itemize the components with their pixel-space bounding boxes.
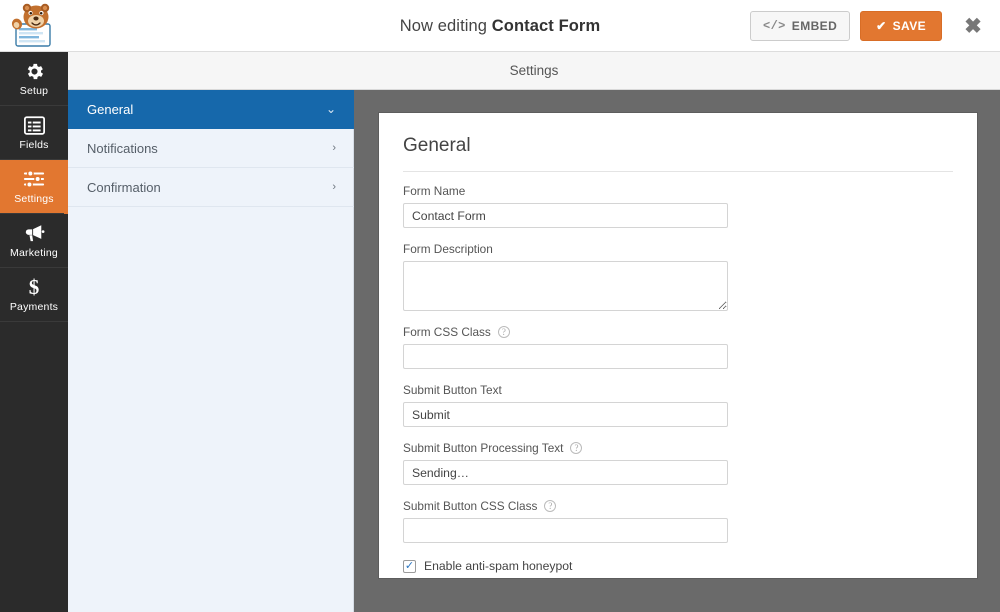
field-label: Submit Button Processing Text ?	[403, 441, 953, 455]
panel-item-notifications[interactable]: Notifications ›	[68, 129, 354, 168]
field-label: Form Name	[403, 184, 953, 198]
sidebar-item-label: Fields	[19, 139, 49, 151]
megaphone-icon	[23, 222, 45, 244]
help-circle-icon[interactable]: ?	[497, 326, 510, 338]
sidebar-item-label: Payments	[9, 301, 59, 313]
submit-button-text-input[interactable]	[403, 402, 728, 427]
section-title: General	[403, 135, 953, 172]
sidebar-item-label: Setup	[19, 85, 49, 97]
sidebar-item-marketing[interactable]: Marketing	[0, 214, 68, 268]
field-label: Form CSS Class ?	[403, 325, 953, 339]
current-form-name: Contact Form	[491, 17, 601, 35]
field-label: Form Description	[403, 242, 953, 256]
top-header-bar: Now editing Contact Form </> EMBED ✔ SAV…	[0, 0, 1000, 52]
field-submit-button-css-class: Submit Button CSS Class ?	[403, 499, 953, 543]
form-fields-icon	[23, 114, 45, 136]
honeypot-label: Enable anti-spam honeypot	[424, 559, 573, 573]
submit-button-css-class-input[interactable]	[403, 518, 728, 543]
sidebar-item-settings[interactable]: Settings	[0, 160, 68, 214]
form-name-input[interactable]	[403, 203, 728, 228]
panel-item-general[interactable]: General ⌄	[68, 90, 354, 129]
form-name-label: Form Name	[403, 184, 466, 198]
sidebar-item-fields[interactable]: Fields	[0, 106, 68, 160]
field-submit-button-text: Submit Button Text	[403, 383, 953, 427]
help-circle-icon[interactable]: ?	[544, 500, 557, 512]
panel-item-label: Notifications	[87, 140, 158, 156]
settings-panel-list: General ⌄ Notifications › Confirmation ›	[68, 90, 354, 612]
sidebar-item-label: Settings	[14, 193, 54, 205]
submit-button-text-label: Submit Button Text	[403, 383, 502, 397]
panel-item-label: General	[87, 101, 134, 117]
embed-button-label: EMBED	[791, 19, 838, 33]
sidebar-item-setup[interactable]: Setup	[0, 52, 68, 106]
sidebar-item-payments[interactable]: $ Payments	[0, 268, 68, 322]
general-settings-card: General Form Name Form Description	[378, 112, 978, 579]
form-css-class-label: Form CSS Class	[403, 325, 491, 339]
embed-button[interactable]: </> EMBED	[749, 11, 851, 41]
field-form-css-class: Form CSS Class ?	[403, 325, 953, 369]
panel-item-confirmation[interactable]: Confirmation ›	[68, 168, 354, 207]
honeypot-checkbox[interactable]: ✓	[403, 559, 416, 573]
submit-button-processing-text-label: Submit Button Processing Text	[403, 441, 564, 455]
dollar-sign-icon: $	[26, 276, 42, 298]
close-icon[interactable]: ✖	[960, 11, 986, 41]
sidebar-item-label: Marketing	[10, 247, 58, 259]
field-anti-spam-honeypot: ✓ Enable anti-spam honeypot	[403, 559, 953, 573]
save-button[interactable]: ✔ SAVE	[860, 11, 942, 41]
editing-prefix: Now editing	[399, 17, 492, 35]
form-builder-app: Now editing Contact Form </> EMBED ✔ SAV…	[0, 0, 1000, 612]
check-icon: ✔	[876, 19, 887, 33]
code-brackets-icon: </>	[762, 19, 786, 33]
panel-header-strip: Settings	[68, 52, 1000, 90]
chevron-down-icon: ⌄	[325, 102, 336, 116]
gear-icon	[24, 60, 45, 82]
field-form-description: Form Description	[403, 242, 953, 311]
form-description-label: Form Description	[403, 242, 493, 256]
form-css-class-input[interactable]	[403, 344, 728, 369]
help-circle-icon[interactable]: ?	[570, 442, 583, 454]
chevron-right-icon: ›	[332, 180, 336, 193]
chevron-right-icon: ›	[332, 141, 336, 154]
settings-content-area: General Form Name Form Description	[354, 90, 1000, 612]
field-submit-button-processing-text: Submit Button Processing Text ?	[403, 441, 953, 485]
sliders-icon	[23, 168, 45, 190]
form-description-textarea[interactable]	[403, 261, 728, 311]
builder-sidebar: Setup Fields Settings Marketing $ Paymen…	[0, 52, 68, 612]
header-actions: </> EMBED ✔ SAVE ✖	[749, 0, 1000, 52]
panel-header-title: Settings	[509, 63, 559, 78]
svg-text:$: $	[29, 276, 40, 298]
panel-item-label: Confirmation	[87, 179, 161, 195]
field-form-name: Form Name	[403, 184, 953, 228]
submit-button-processing-text-input[interactable]	[403, 460, 728, 485]
field-label: Submit Button CSS Class ?	[403, 499, 953, 513]
submit-button-css-class-label: Submit Button CSS Class	[403, 499, 538, 513]
save-button-label: SAVE	[892, 19, 926, 33]
field-label: Submit Button Text	[403, 383, 953, 397]
